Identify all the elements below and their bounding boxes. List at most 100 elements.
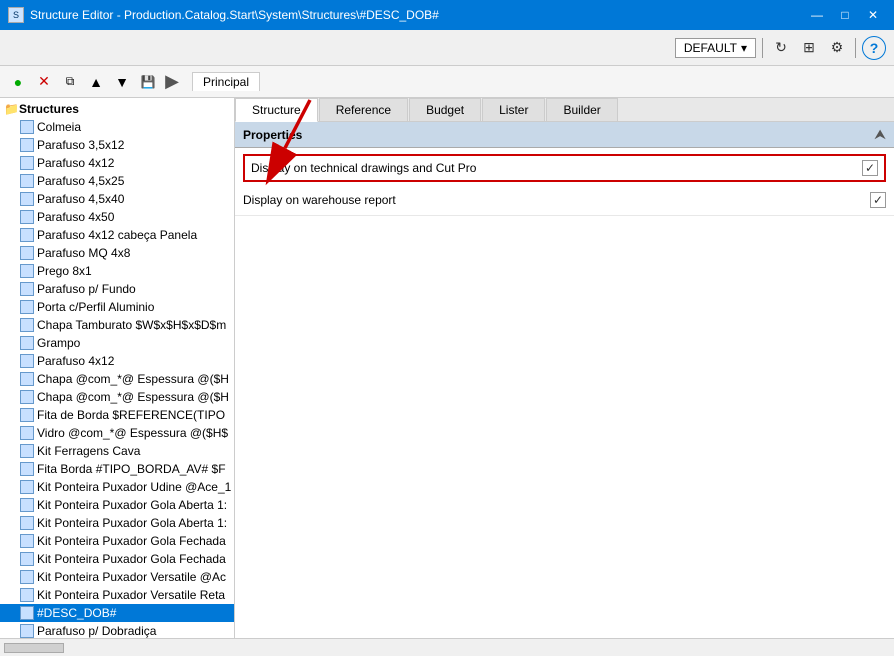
maximize-button[interactable]: □ [832, 5, 858, 25]
tree-root: 📁 Structures Colmeia Parafuso 3,5x12 Par… [0, 98, 234, 638]
item-icon [20, 552, 34, 566]
list-item[interactable]: Parafuso 4x12 cabeça Panela [0, 226, 234, 244]
item-icon [20, 480, 34, 494]
tabs-row: Structure Reference Budget Lister Builde… [235, 98, 894, 122]
list-item[interactable]: Parafuso 4x50 [0, 208, 234, 226]
item-icon [20, 174, 34, 188]
item-icon [20, 138, 34, 152]
list-item[interactable]: Chapa Tamburato $W$x$H$x$D$m [0, 316, 234, 334]
list-item[interactable]: Parafuso 4x12 [0, 352, 234, 370]
list-item[interactable]: Kit Ponteira Puxador Versatile Reta [0, 586, 234, 604]
close-button[interactable]: ✕ [860, 5, 886, 25]
list-item[interactable]: Parafuso p/ Dobradiça [0, 622, 234, 638]
move-up-button[interactable]: ▲ [84, 70, 108, 94]
list-item[interactable]: Parafuso 4,5x25 [0, 172, 234, 190]
item-icon [20, 282, 34, 296]
item-icon [20, 318, 34, 332]
list-item[interactable]: Fita Borda #TIPO_BORDA_AV# $F [0, 460, 234, 478]
item-icon [20, 390, 34, 404]
properties-area: Properties ⮝ Display on technical drawin… [235, 122, 894, 638]
item-icon [20, 408, 34, 422]
move-down-button[interactable]: ▼ [110, 70, 134, 94]
item-icon [20, 372, 34, 386]
top-toolbar: DEFAULT ▾ ↻ ⊞ ⚙ ? [0, 30, 894, 66]
properties-title: Properties [243, 128, 302, 142]
list-item[interactable]: Vidro @com_*@ Espessura @($H$ [0, 424, 234, 442]
drawings-checkbox[interactable] [862, 160, 878, 176]
item-icon [20, 624, 34, 638]
tab-principal[interactable]: Principal [192, 72, 260, 91]
minimize-button[interactable]: — [804, 5, 830, 25]
chevron-down-icon: ▾ [741, 41, 747, 55]
list-item[interactable]: Kit Ponteira Puxador Gola Aberta 1: [0, 514, 234, 532]
window-title: Structure Editor - Production.Catalog.St… [30, 8, 439, 22]
tab-reference[interactable]: Reference [319, 98, 408, 121]
item-icon [20, 264, 34, 278]
list-item[interactable]: Fita de Borda $REFERENCE(TIPO [0, 406, 234, 424]
list-item[interactable]: Kit Ponteira Puxador Udine @Ace_1 [0, 478, 234, 496]
list-item[interactable]: Porta c/Perfil Aluminio [0, 298, 234, 316]
item-icon [20, 246, 34, 260]
item-icon [20, 192, 34, 206]
default-dropdown-button[interactable]: DEFAULT ▾ [675, 38, 756, 58]
item-icon [20, 120, 34, 134]
help-button[interactable]: ? [862, 36, 886, 60]
list-item[interactable]: Parafuso 4x12 [0, 154, 234, 172]
property-label-drawings: Display on technical drawings and Cut Pr… [251, 161, 862, 175]
save-button[interactable]: 💾 [136, 70, 160, 94]
add-button[interactable]: ● [6, 70, 30, 94]
item-icon [20, 570, 34, 584]
list-item[interactable]: Chapa @com_*@ Espessura @($H [0, 388, 234, 406]
grid-button[interactable]: ⊞ [797, 36, 821, 60]
item-icon [20, 300, 34, 314]
tree-root-item[interactable]: 📁 Structures [0, 100, 234, 118]
horizontal-scrollbar[interactable] [4, 643, 64, 653]
item-icon [20, 336, 34, 350]
list-item[interactable]: Grampo [0, 334, 234, 352]
refresh-button[interactable]: ↻ [769, 36, 793, 60]
list-item[interactable]: Parafuso 4,5x40 [0, 190, 234, 208]
selected-tree-item[interactable]: #DESC_DOB# [0, 604, 234, 622]
properties-header: Properties ⮝ [235, 122, 894, 148]
item-icon [20, 606, 34, 620]
list-item[interactable]: Prego 8x1 [0, 262, 234, 280]
tab-structure[interactable]: Structure [235, 98, 318, 122]
app-icon: S [8, 7, 24, 23]
list-item[interactable]: Parafuso 3,5x12 [0, 136, 234, 154]
settings-button[interactable]: ⚙ [825, 36, 849, 60]
title-bar: S Structure Editor - Production.Catalog.… [0, 0, 894, 30]
list-item[interactable]: Parafuso MQ 4x8 [0, 244, 234, 262]
status-bar [0, 638, 894, 656]
item-icon [20, 426, 34, 440]
collapse-button[interactable]: ⮝ [874, 126, 886, 143]
list-item[interactable]: Kit Ponteira Puxador Gola Aberta 1: [0, 496, 234, 514]
window-controls[interactable]: — □ ✕ [804, 5, 886, 25]
tab-budget[interactable]: Budget [409, 98, 481, 121]
delete-button[interactable]: ✕ [32, 70, 56, 94]
tab-builder[interactable]: Builder [546, 98, 617, 121]
copy-button[interactable]: ⧉ [58, 70, 82, 94]
item-icon [20, 228, 34, 242]
list-item[interactable]: Kit Ponteira Puxador Gola Fechada [0, 532, 234, 550]
item-icon [20, 210, 34, 224]
list-item[interactable]: Parafuso p/ Fundo [0, 280, 234, 298]
list-item[interactable]: Kit Ponteira Puxador Gola Fechada [0, 550, 234, 568]
warehouse-checkbox[interactable] [870, 192, 886, 208]
content-area: 📁 Structures Colmeia Parafuso 3,5x12 Par… [0, 98, 894, 638]
item-icon [20, 516, 34, 530]
property-row-warehouse: Display on warehouse report [235, 184, 894, 216]
list-item[interactable]: Kit Ferragens Cava [0, 442, 234, 460]
toolbar-separator-1 [762, 38, 763, 58]
tab-lister[interactable]: Lister [482, 98, 545, 121]
list-item[interactable]: Chapa @com_*@ Espessura @($H [0, 370, 234, 388]
property-row-highlighted: Display on technical drawings and Cut Pr… [243, 154, 886, 182]
right-panel: Structure Reference Budget Lister Builde… [235, 98, 894, 638]
folder-icon: 📁 [4, 102, 19, 116]
item-icon [20, 444, 34, 458]
arrow-divider: ▶ [162, 70, 182, 94]
toolbar-separator-2 [855, 38, 856, 58]
tree-root-label: Structures [19, 102, 79, 116]
list-item[interactable]: Kit Ponteira Puxador Versatile @Ac [0, 568, 234, 586]
tree-panel[interactable]: 📁 Structures Colmeia Parafuso 3,5x12 Par… [0, 98, 235, 638]
list-item[interactable]: Colmeia [0, 118, 234, 136]
